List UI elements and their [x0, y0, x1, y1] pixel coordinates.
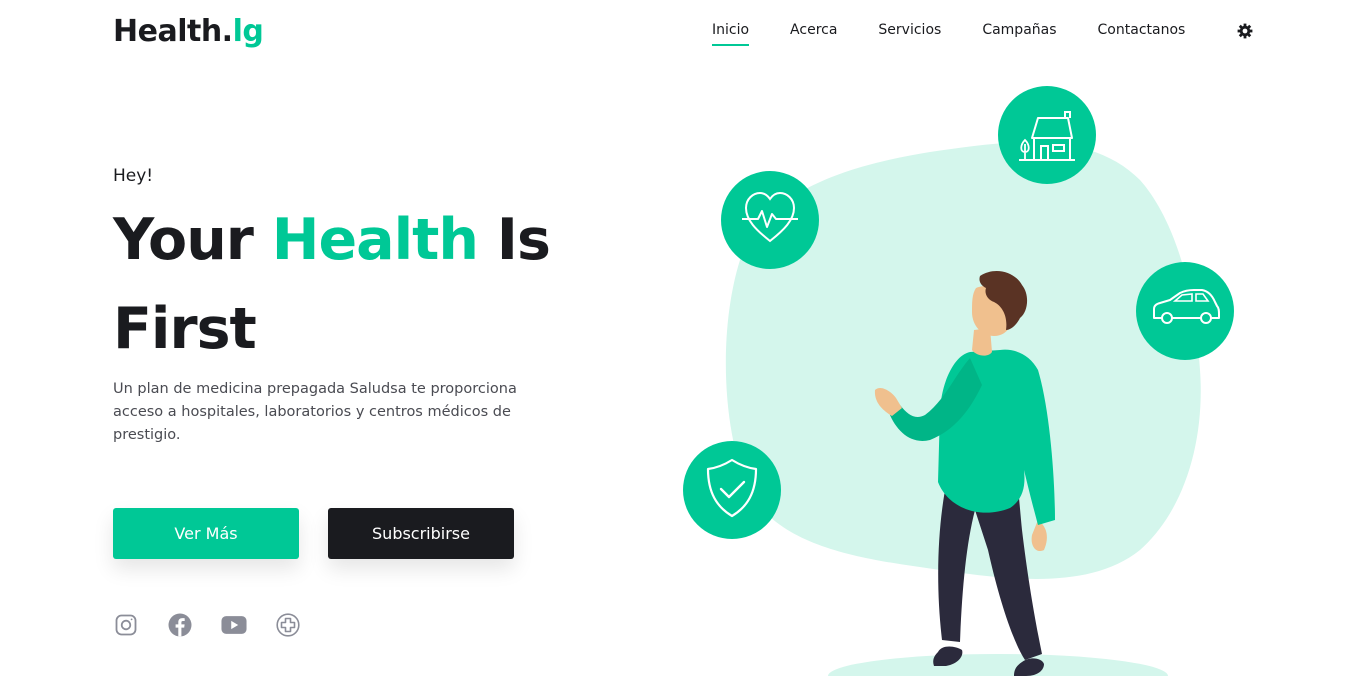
- hero-title: Your Health Is First: [113, 196, 633, 374]
- house-icon: [998, 86, 1096, 184]
- hero-title-part2: Is: [477, 207, 551, 273]
- shield-check-icon: [683, 441, 781, 539]
- car-icon: [1136, 262, 1234, 360]
- hero-description: Un plan de medicina prepagada Saludsa te…: [113, 381, 517, 443]
- nav-item-inicio[interactable]: Inicio: [712, 22, 750, 46]
- health-plus-icon[interactable]: [275, 612, 301, 638]
- instagram-icon[interactable]: [113, 612, 139, 638]
- ver-mas-button[interactable]: Ver Más: [113, 508, 299, 559]
- social-links: [113, 612, 329, 638]
- brand-accent: lg: [232, 14, 264, 49]
- hero-title-line2: First: [113, 296, 257, 362]
- subscribe-button[interactable]: Subscribirse: [328, 508, 514, 559]
- facebook-icon[interactable]: [167, 612, 193, 638]
- brand-logo[interactable]: Health.lg: [113, 14, 264, 49]
- nav-item-acerca[interactable]: Acerca: [790, 22, 837, 44]
- gear-icon[interactable]: [1237, 23, 1253, 39]
- hero-title-accent: Health: [271, 207, 479, 273]
- hero-greeting: Hey!: [113, 166, 154, 186]
- floor-shadow: [828, 654, 1168, 676]
- youtube-icon[interactable]: [221, 612, 247, 638]
- nav-item-contactanos[interactable]: Contactanos: [1098, 22, 1186, 44]
- nav-item-servicios[interactable]: Servicios: [878, 22, 941, 44]
- heartbeat-icon: [721, 171, 819, 269]
- hero-title-part1: Your: [113, 207, 272, 273]
- main-nav: Inicio Acerca Servicios Campañas Contact…: [712, 22, 1226, 46]
- nav-item-campanas[interactable]: Campañas: [982, 22, 1056, 44]
- hero-illustration: [670, 80, 1250, 676]
- brand-name: Health.: [113, 14, 233, 49]
